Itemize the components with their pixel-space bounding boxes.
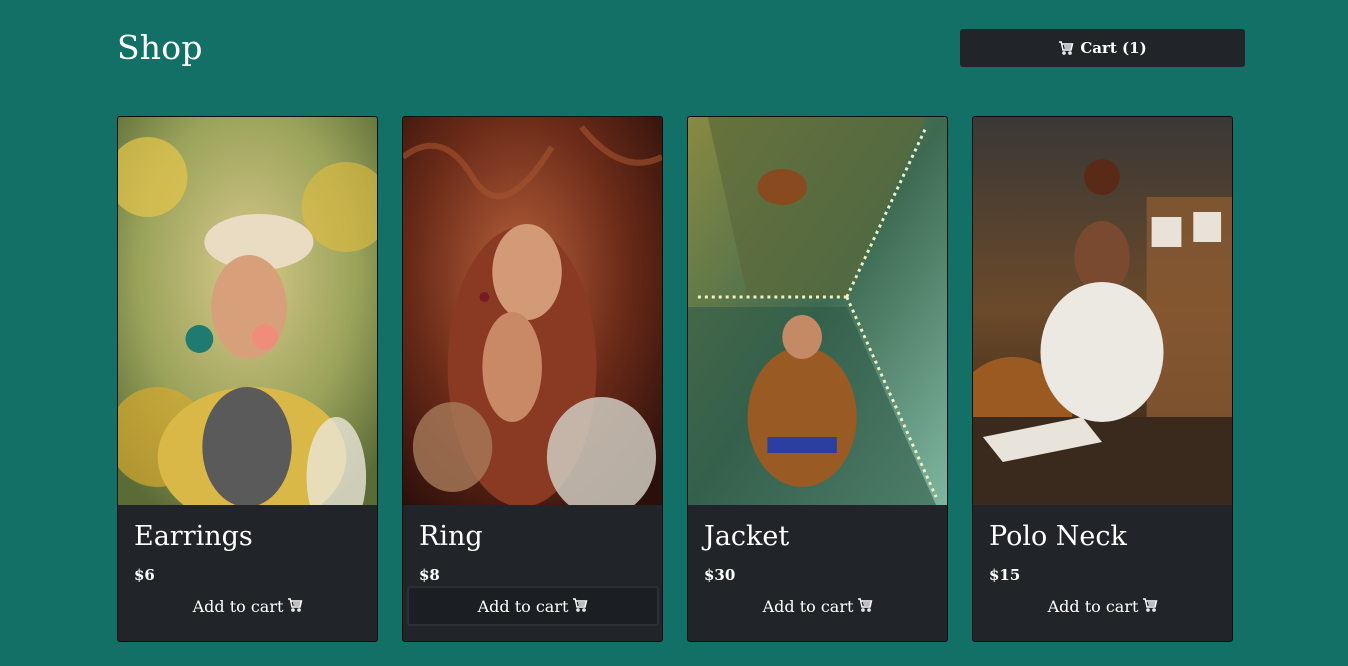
- page-title: Shop: [117, 28, 203, 67]
- product-card-ring: Ring $8 Add to cart: [402, 116, 663, 642]
- shopping-cart-icon: [287, 597, 303, 616]
- add-to-cart-button[interactable]: Add to cart: [977, 586, 1229, 626]
- shopping-cart-icon: [857, 597, 873, 616]
- product-name: Polo Neck: [989, 521, 1127, 552]
- add-to-cart-button[interactable]: Add to cart: [122, 586, 374, 626]
- shopping-cart-icon: [1142, 597, 1158, 616]
- product-price: $30: [704, 566, 736, 584]
- product-name: Jacket: [704, 521, 790, 552]
- product-price: $15: [989, 566, 1021, 584]
- product-image: [973, 117, 1232, 505]
- product-price: $6: [134, 566, 155, 584]
- product-image: [403, 117, 662, 505]
- shopping-cart-icon: [1058, 41, 1074, 55]
- shopping-cart-icon: [572, 597, 588, 616]
- product-image: [688, 117, 947, 505]
- product-name: Earrings: [134, 521, 253, 552]
- cart-label: Cart (1): [1080, 39, 1147, 57]
- product-price: $8: [419, 566, 440, 584]
- cart-button[interactable]: Cart (1): [960, 29, 1245, 67]
- add-to-cart-button[interactable]: Add to cart: [407, 586, 659, 626]
- product-image: [118, 117, 377, 505]
- product-card-jacket: Jacket $30 Add to cart: [687, 116, 948, 642]
- add-to-cart-label: Add to cart: [762, 596, 854, 616]
- product-card-polo-neck: Polo Neck $15 Add to cart: [972, 116, 1233, 642]
- add-to-cart-label: Add to cart: [192, 596, 284, 616]
- product-name: Ring: [419, 521, 483, 552]
- add-to-cart-label: Add to cart: [1047, 596, 1139, 616]
- add-to-cart-label: Add to cart: [477, 596, 569, 616]
- product-card-earrings: Earrings $6 Add to cart: [117, 116, 378, 642]
- add-to-cart-button[interactable]: Add to cart: [692, 586, 944, 626]
